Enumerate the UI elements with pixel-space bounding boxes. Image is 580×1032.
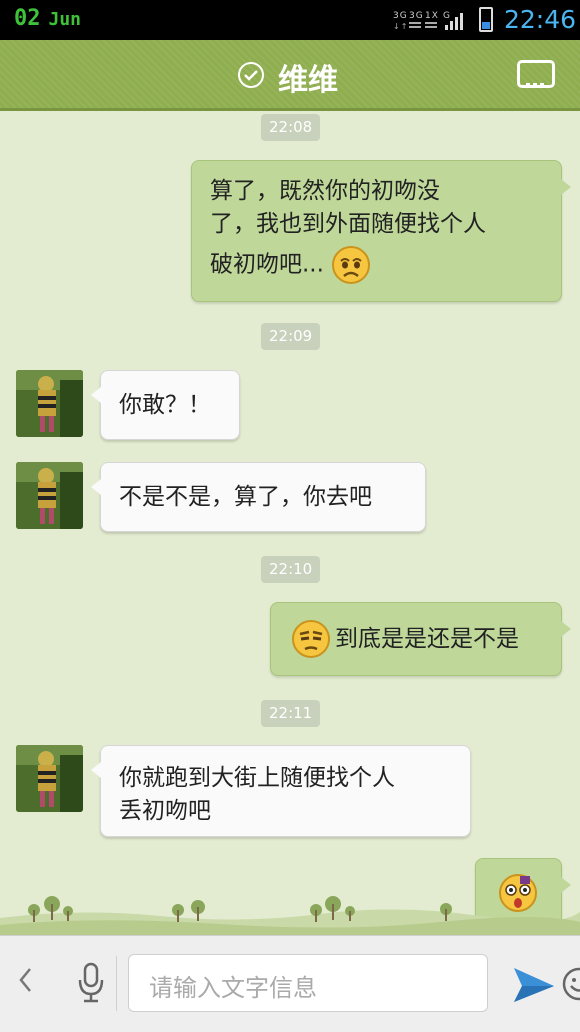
status-month: Jun (48, 9, 82, 30)
received-message[interactable]: 你就跑到大街上随便找个人 丢初吻吧 (91, 745, 471, 837)
message-input-placeholder: 请输入文字信息 (149, 974, 317, 1002)
status-bar: 02 Jun 3G 3G 1X G ↓↑ 22:46 (0, 0, 580, 40)
avatar[interactable] (16, 370, 83, 437)
divider (116, 956, 117, 1011)
chat-area[interactable]: 22:08 算了，既然你的初吻没 了，我也到外面随便找个人 破初吻吧... 22… (0, 108, 580, 935)
timestamp: 22:08 (261, 114, 321, 141)
timestamp: 22:10 (261, 556, 321, 583)
message-text: 到底是是还是不是 (335, 625, 519, 652)
svg-text:3G: 3G (409, 11, 424, 21)
timestamp: 22:09 (261, 323, 321, 350)
message-text: 你敢？！ (119, 392, 211, 418)
sent-message[interactable]: 算了，既然你的初吻没 了，我也到外面随便找个人 破初吻吧... (191, 160, 571, 302)
svg-text:1X: 1X (425, 11, 439, 21)
status-day: 02 (14, 6, 41, 31)
microphone-icon[interactable] (76, 962, 106, 1008)
sent-message[interactable]: 到底是是还是不是 (270, 602, 571, 676)
message-text: 不是不是，算了，你去吧 (119, 484, 372, 510)
sad-face-emoji-icon (332, 246, 371, 284)
battery-icon (479, 7, 493, 32)
message-text-line: 算了，既然你的初吻没 (210, 178, 440, 204)
received-message[interactable]: 不是不是，算了，你去吧 (91, 462, 426, 532)
timestamp: 22:11 (261, 700, 321, 727)
message-text-line: 丢初吻吧 (119, 798, 211, 824)
svg-text:3G: 3G (393, 11, 408, 21)
message-input[interactable]: 请输入文字信息 (128, 954, 580, 1012)
signal-icon: 3G 3G 1X G ↓↑ (393, 11, 463, 31)
avatar[interactable] (16, 462, 83, 529)
received-message[interactable]: 你敢？！ (91, 370, 240, 440)
avatar[interactable] (16, 745, 83, 812)
svg-text:↓↑: ↓↑ (393, 22, 408, 31)
chevron-left-icon[interactable] (18, 966, 32, 1002)
status-date: 02 Jun (14, 6, 81, 31)
input-bar: 请输入文字信息 (0, 935, 580, 1032)
status-time: 22:46 (504, 5, 577, 34)
message-text-line: 了，我也到外面随便找个人 (210, 211, 486, 237)
svg-text:G: G (443, 11, 451, 21)
chat-menu-icon[interactable] (517, 60, 555, 88)
chat-title: 维维 (278, 63, 338, 98)
emoji-smile-icon[interactable] (561, 966, 580, 1006)
signal-icons: 3G 3G 1X G ↓↑ (393, 8, 469, 35)
verified-check-icon (238, 62, 264, 88)
send-icon[interactable] (512, 964, 556, 1008)
decorative-scenery (0, 880, 580, 935)
squint-face-emoji-icon (292, 620, 330, 658)
message-text-line: 破初吻吧... (210, 251, 324, 278)
message-text-line: 你就跑到大街上随便找个人 (119, 765, 395, 791)
